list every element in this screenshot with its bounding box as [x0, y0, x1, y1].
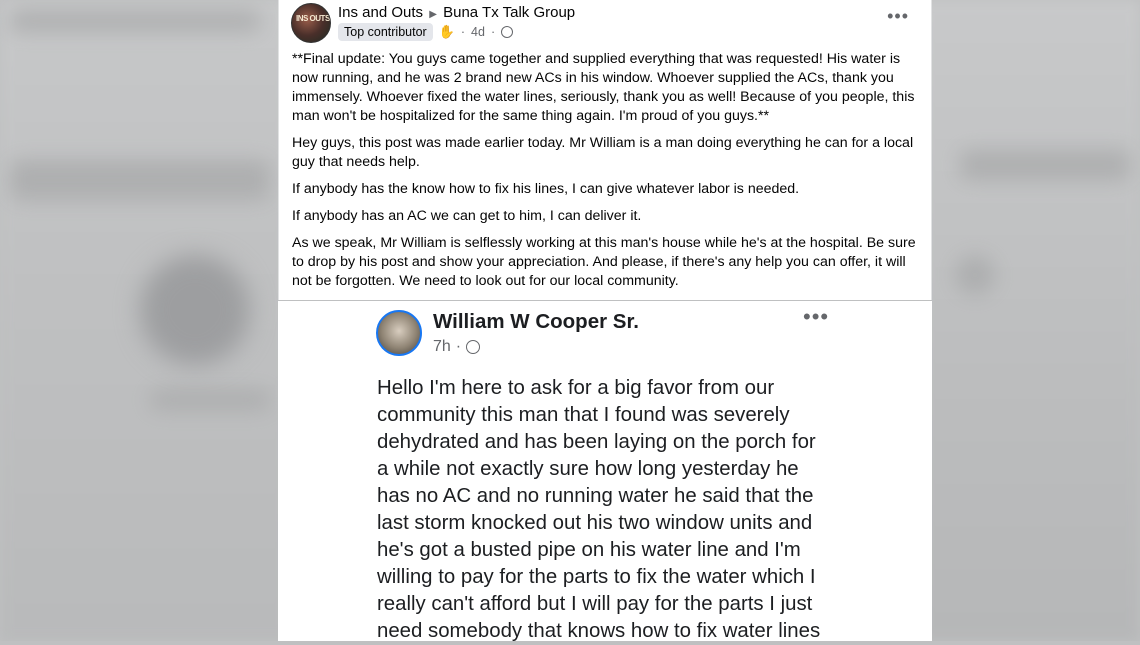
post-header: Ins and Outs ▶ Buna Tx Talk Group: [338, 4, 575, 21]
background-blur-shape: [150, 390, 270, 410]
post-paragraph: As we speak, Mr William is selflessly wo…: [292, 235, 916, 289]
shared-post-line: Hello I'm here to ask for a big favor fr…: [377, 377, 775, 399]
shared-post-meta: 7h ·: [433, 338, 481, 356]
globe-icon: [501, 26, 514, 38]
shared-post-time[interactable]: 7h: [433, 338, 451, 356]
post-paragraph: **Final update: You guys came together a…: [292, 51, 915, 124]
meta-separator: ·: [490, 25, 496, 39]
shared-post-line: willing to pay for the parts to fix the …: [377, 566, 816, 588]
shared-author-name[interactable]: William W Cooper Sr.: [433, 310, 639, 334]
post-author[interactable]: Ins and Outs: [338, 4, 423, 21]
shared-post-line: community this man that I found was seve…: [377, 404, 790, 426]
background-blur-shape: [10, 10, 260, 32]
post-time[interactable]: 4d: [471, 25, 485, 39]
shared-post-line: really can't afford but I will pay for t…: [377, 593, 813, 615]
shared-post-line: he's got a busted pipe on his water line…: [377, 539, 801, 561]
globe-icon: [466, 340, 481, 354]
background-right: [920, 0, 1140, 641]
background-blur-avatar: [140, 255, 250, 365]
shared-post-line: a while not exactly sure how long yester…: [377, 458, 799, 480]
arrow-right-icon: ▶: [429, 9, 437, 20]
shared-author-avatar[interactable]: [376, 310, 422, 356]
background-blur-shape: [10, 160, 270, 200]
hand-icon: ✋: [438, 24, 455, 39]
shared-post-line: dehydrated and has been laying on the po…: [377, 431, 816, 453]
meta-separator: ·: [455, 338, 462, 355]
more-options-icon[interactable]: •••: [887, 6, 909, 27]
meta-separator: ·: [460, 25, 466, 39]
avatar-logo: INS OUTS: [296, 14, 330, 23]
shared-post-screenshot: William W Cooper Sr. 7h · ••• Hello I'm …: [278, 301, 932, 642]
post-paragraph: If anybody has the know how to fix his l…: [292, 181, 800, 197]
post-card: INS OUTS Ins and Outs ▶ Buna Tx Talk Gro…: [278, 0, 932, 300]
post-group[interactable]: Buna Tx Talk Group: [443, 4, 575, 21]
top-contributor-badge[interactable]: Top contributor: [338, 23, 433, 41]
shared-post-body: Hello I'm here to ask for a big favor fr…: [377, 375, 857, 645]
background-blur-shape: [960, 150, 1130, 180]
background-blur-shape: [955, 255, 995, 295]
post-paragraph: If anybody has an AC we can get to him, …: [292, 208, 642, 224]
more-options-icon[interactable]: •••: [803, 304, 829, 330]
post-meta: Top contributor ✋ · 4d ·: [338, 23, 514, 41]
shared-post-line: last storm knocked out his two window un…: [377, 512, 813, 534]
shared-post-line: has no AC and no running water he said t…: [377, 485, 814, 507]
post-body: **Final update: You guys came together a…: [292, 50, 922, 299]
post-paragraph: Hey guys, this post was made earlier tod…: [292, 135, 914, 170]
group-avatar[interactable]: INS OUTS: [291, 3, 331, 43]
